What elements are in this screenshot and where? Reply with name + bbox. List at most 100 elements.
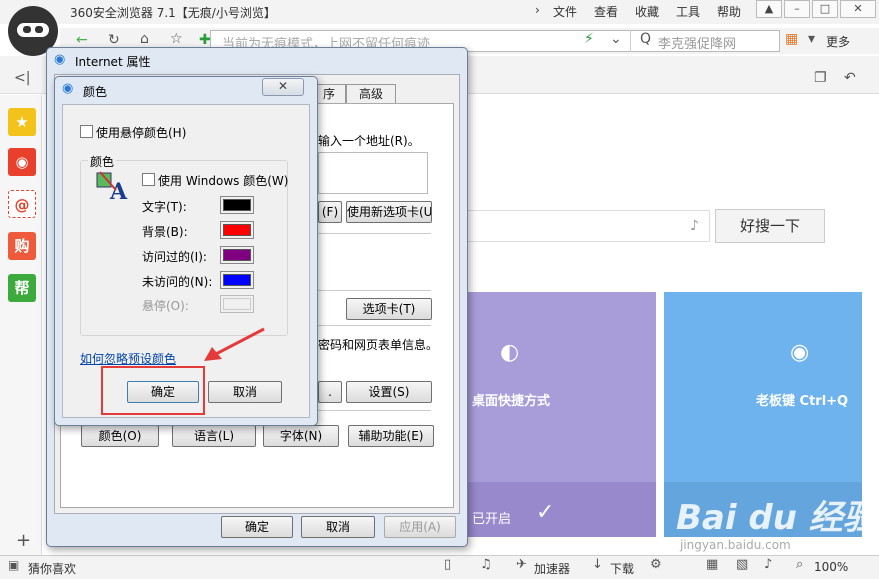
colors-close-button[interactable]: ✕: [262, 78, 304, 96]
background-color-label: 背景(B):: [142, 225, 188, 239]
history-settings-button[interactable]: 设置(S): [346, 381, 432, 403]
divider: [318, 290, 431, 291]
incognito-mask-icon: ◐: [500, 340, 520, 365]
unvisited-color-label: 未访问的(N):: [142, 275, 213, 289]
boss-hat-icon: ◉: [790, 340, 810, 365]
skin-icon[interactable]: ▲: [756, 0, 782, 18]
visited-color-label: 访问过的(I):: [142, 250, 207, 264]
tile-desktop-shortcut-label: 桌面快捷方式: [472, 394, 551, 409]
shopping-icon[interactable]: 购: [8, 232, 36, 260]
accessibility-button[interactable]: 辅助功能(E): [348, 425, 434, 447]
text-color-icon: A: [96, 171, 128, 202]
shield-icon: ✚: [199, 32, 211, 48]
menu-file[interactable]: 文件: [553, 3, 577, 20]
add-sidebar-icon[interactable]: +: [16, 530, 31, 551]
collapse-sidebar-icon[interactable]: <|: [14, 70, 30, 86]
colors-cancel-button[interactable]: 取消: [208, 381, 282, 403]
restore-tab-icon[interactable]: ❐: [814, 70, 827, 86]
history-hint: 密码和网页表单信息。: [318, 338, 439, 352]
status-accelerator[interactable]: 加速器: [534, 560, 570, 577]
undo-close-icon[interactable]: ↶: [844, 70, 856, 86]
music-icon[interactable]: ♫: [480, 557, 492, 572]
fonts-button[interactable]: 字体(N): [263, 425, 339, 447]
watermark-logo: Bai du 经验: [676, 498, 877, 538]
status-grid-icon[interactable]: ▦: [706, 557, 718, 572]
favorites-star-icon[interactable]: ★: [8, 108, 36, 136]
more-menu[interactable]: 更多: [826, 33, 850, 50]
unvisited-color-swatch[interactable]: [220, 271, 254, 289]
ignore-preset-colors-link[interactable]: 如何忽略预设颜色: [80, 350, 176, 367]
forward-small-icon[interactable]: ›: [535, 3, 540, 17]
home-icon[interactable]: ⌂: [140, 31, 149, 47]
use-windows-colors-label: 使用 Windows 颜色(W): [158, 174, 289, 188]
download-icon[interactable]: ↓: [592, 557, 603, 572]
status-image-icon[interactable]: ▧: [736, 557, 748, 572]
languages-button[interactable]: 语言(L): [172, 425, 256, 447]
apps-grid-icon[interactable]: ▦: [785, 31, 798, 47]
lightning-icon[interactable]: ⚡: [584, 31, 594, 47]
status-download[interactable]: 下载: [610, 560, 634, 577]
divider: [318, 410, 431, 411]
favorite-star-icon[interactable]: ☆: [170, 31, 183, 47]
tab-advanced[interactable]: 高级: [346, 84, 396, 104]
home-search-input[interactable]: [460, 210, 710, 242]
phone-icon[interactable]: ▯: [444, 557, 451, 572]
menu-tools[interactable]: 工具: [676, 3, 700, 20]
dropdown-chevron-icon[interactable]: ⌄: [610, 31, 622, 47]
microphone-icon[interactable]: ♪: [690, 218, 699, 234]
highlight-box: [101, 366, 205, 415]
visited-color-swatch[interactable]: [220, 246, 254, 264]
status-tool-icon[interactable]: ⚙: [650, 557, 662, 572]
hover-color-label: 悬停(O):: [142, 299, 189, 313]
menu-view[interactable]: 查看: [594, 3, 618, 20]
background-color-swatch[interactable]: [220, 221, 254, 239]
accelerator-icon[interactable]: ✈: [516, 557, 527, 572]
colors-button[interactable]: 颜色(O): [81, 425, 159, 447]
home-search-button[interactable]: 好搜一下: [715, 209, 825, 243]
search-engine-text: 李克强促降网: [658, 37, 737, 52]
internet-properties-title: Internet 属性: [75, 55, 151, 69]
tile-boss-key-label: 老板键 Ctrl+Q: [756, 394, 849, 409]
tile-desktop-shortcut[interactable]: [462, 292, 656, 537]
checkmark-icon: ✓: [536, 500, 555, 525]
divider: [318, 233, 431, 234]
weibo-icon[interactable]: ◉: [8, 148, 36, 176]
help-icon[interactable]: 帮: [8, 274, 36, 302]
menu-favorites[interactable]: 收藏: [635, 3, 659, 20]
apps-dropdown-icon[interactable]: ▾: [808, 31, 815, 47]
mail-icon[interactable]: @: [8, 190, 36, 218]
use-windows-colors-checkbox[interactable]: [142, 173, 155, 186]
back-icon[interactable]: ←: [76, 32, 88, 48]
use-hover-color-checkbox[interactable]: [80, 125, 93, 138]
use-current-button[interactable]: (F): [318, 201, 342, 223]
ie-globe-icon: ◉: [54, 52, 66, 67]
inet-ok-button[interactable]: 确定: [221, 516, 293, 538]
text-color-label: 文字(T):: [142, 200, 187, 214]
colors-dialog-title: 颜色: [83, 85, 108, 99]
status-audio-icon[interactable]: ♪: [764, 557, 772, 572]
status-zoom[interactable]: 100%: [814, 560, 848, 574]
text-color-swatch[interactable]: [220, 196, 254, 214]
browser-title: 360安全浏览器 7.1【无痕/小号浏览】: [70, 6, 276, 20]
menu-help[interactable]: 帮助: [717, 3, 741, 20]
tile-enabled-label: 已开启: [472, 512, 512, 527]
zoom-icon[interactable]: ⌕: [796, 557, 803, 572]
tabs-settings-button[interactable]: 选项卡(T): [346, 298, 432, 320]
inet-apply-button[interactable]: 应用(A): [384, 516, 456, 538]
watermark-url: jingyan.baidu.com: [680, 538, 791, 552]
close-button[interactable]: ✕: [840, 0, 876, 18]
refresh-icon[interactable]: ↻: [108, 32, 120, 48]
delete-history-button[interactable]: .: [318, 381, 342, 403]
status-guess-like[interactable]: 猜你喜欢: [28, 560, 76, 577]
minimize-button[interactable]: –: [784, 0, 810, 18]
colors-globe-icon: ◉: [62, 81, 74, 96]
home-page-list[interactable]: [318, 152, 428, 194]
status-bulb-icon: ▣: [8, 558, 20, 572]
use-new-tab-button[interactable]: 使用新选项卡(U): [346, 201, 432, 223]
annotation-arrow-icon: [204, 327, 265, 361]
search-engine-icon[interactable]: Q: [640, 31, 651, 47]
svg-text:A: A: [109, 179, 128, 202]
inet-cancel-button[interactable]: 取消: [301, 516, 375, 538]
colors-group-label: 颜色: [88, 153, 117, 170]
maximize-button[interactable]: □: [812, 0, 838, 18]
